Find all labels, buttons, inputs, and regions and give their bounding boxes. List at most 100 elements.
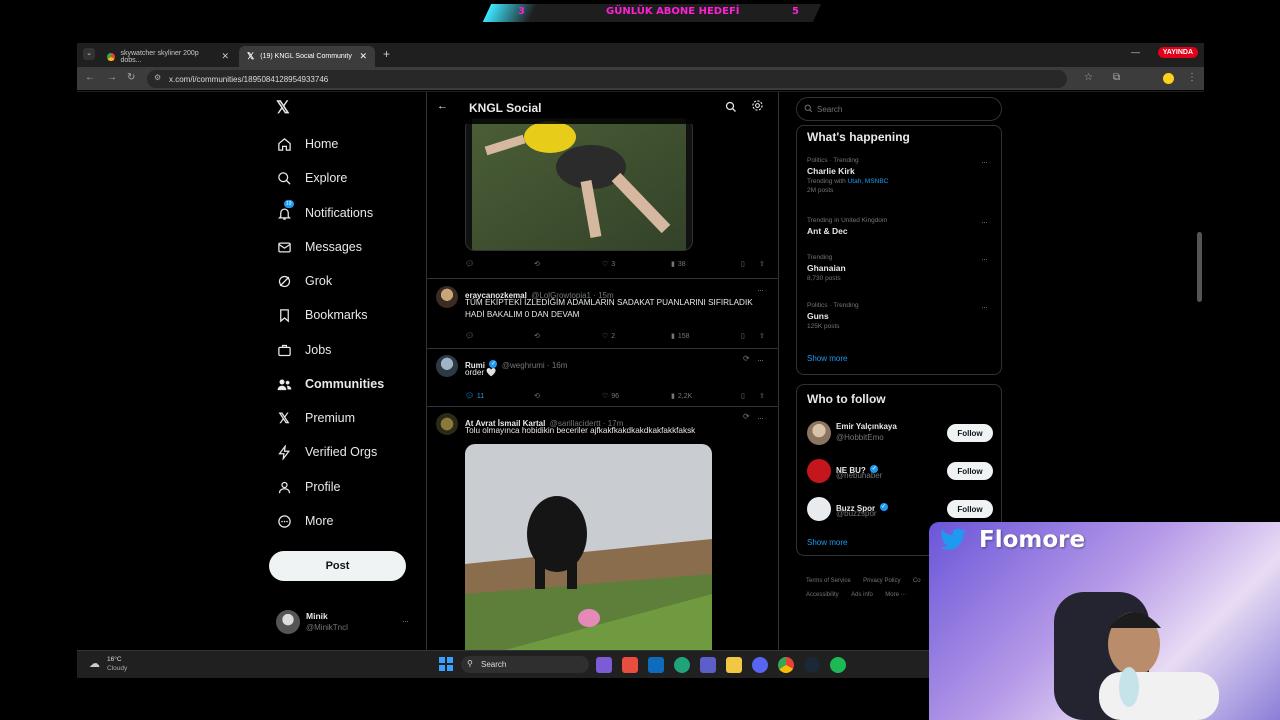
follow-button[interactable]: Follow bbox=[947, 462, 993, 480]
sidebar-item-bookmarks[interactable]: Bookmarks bbox=[276, 302, 368, 328]
trend-item[interactable]: Trending Ghanaian 8,730 posts ··· bbox=[807, 254, 993, 288]
close-icon[interactable]: ✕ bbox=[359, 51, 367, 62]
avatar[interactable] bbox=[436, 413, 458, 435]
url-field[interactable]: ⚙ x.com/i/communities/189508412895493374… bbox=[147, 70, 1067, 88]
reply-button[interactable]: 💬︎ 11 bbox=[465, 392, 484, 401]
page-scrollbar[interactable] bbox=[1197, 232, 1202, 302]
like-button[interactable]: ♡ 96 bbox=[602, 392, 619, 401]
more-dots-icon[interactable]: ··· bbox=[757, 285, 764, 295]
sidebar-item-communities[interactable]: Communities bbox=[276, 371, 384, 397]
weather-desc[interactable]: Cloudy bbox=[107, 665, 127, 672]
x-logo-icon[interactable]: 𝕏 bbox=[276, 98, 290, 118]
follow-suggestion[interactable]: Buzz Spor ✓ @buzzspor Follow bbox=[807, 497, 993, 523]
copilot-icon[interactable] bbox=[596, 657, 612, 673]
taskbar-search[interactable]: ⚲ Search bbox=[461, 656, 589, 673]
share-icon[interactable]: ⇧ bbox=[759, 260, 765, 268]
avatar[interactable] bbox=[436, 286, 458, 308]
more-dots-icon[interactable]: ··· bbox=[981, 302, 988, 312]
footer-link[interactable]: Ads info bbox=[851, 592, 873, 598]
show-more-link[interactable]: Show more bbox=[807, 354, 847, 363]
teams-icon[interactable] bbox=[700, 657, 716, 673]
trend-item[interactable]: Politics · Trending Charlie Kirk Trendin… bbox=[807, 157, 993, 203]
windows-start-icon[interactable] bbox=[439, 657, 453, 671]
more-dots-icon[interactable]: ··· bbox=[402, 616, 409, 626]
sidebar-item-profile[interactable]: Profile bbox=[276, 474, 340, 500]
weather-temp[interactable]: 16°C bbox=[107, 656, 122, 663]
follow-suggestion[interactable]: Emir Yalçınkaya @HobbitEmo Follow bbox=[807, 421, 993, 447]
store-icon[interactable] bbox=[622, 657, 638, 673]
sidebar-item-verified-orgs[interactable]: Verified Orgs bbox=[276, 439, 377, 465]
trend-item[interactable]: Trending in United Kingdom Ant & Dec ··· bbox=[807, 217, 993, 247]
show-more-link[interactable]: Show more bbox=[807, 538, 847, 547]
sidebar-item-more[interactable]: More bbox=[276, 508, 333, 534]
tweet[interactable]: At Avrat İsmail Kartal @sarillacidertt ·… bbox=[427, 407, 778, 650]
tweet[interactable]: eraycanozkemal @LolGrowtopia1 · 15m ··· … bbox=[427, 279, 778, 349]
sidebar-item-notifications[interactable]: 19 Notifications bbox=[276, 200, 373, 226]
tweet-handle[interactable]: @weghrumi · 16m bbox=[502, 361, 567, 370]
tab-telescope[interactable]: skywatcher skyliner 200p dobs... ✕ bbox=[99, 46, 237, 67]
more-dots-icon[interactable]: ··· bbox=[757, 413, 764, 423]
bookmark-icon[interactable]: ▯ bbox=[741, 392, 745, 400]
site-info-icon[interactable]: ⚙ bbox=[154, 73, 161, 82]
like-button[interactable]: ♡ 2 bbox=[602, 332, 615, 341]
bookmark-icon[interactable]: ▯ bbox=[741, 332, 745, 340]
spotify-icon[interactable] bbox=[830, 657, 846, 673]
extensions-icon[interactable]: ⧉ bbox=[1113, 72, 1120, 83]
chrome-icon[interactable] bbox=[778, 657, 794, 673]
share-icon[interactable]: ⇧ bbox=[759, 392, 765, 400]
follow-button[interactable]: Follow bbox=[947, 500, 993, 518]
bookmark-icon[interactable]: ▯ bbox=[741, 260, 745, 268]
minimize-button[interactable]: — bbox=[1131, 47, 1140, 57]
more-dots-icon[interactable]: ··· bbox=[757, 355, 764, 365]
views-button[interactable]: ▮ 158 bbox=[671, 332, 690, 341]
reply-icon[interactable]: 💬︎ bbox=[465, 332, 474, 340]
repost-icon[interactable]: ⟲ bbox=[534, 332, 540, 340]
menu-icon[interactable]: ⋮ bbox=[1187, 72, 1197, 83]
views-button[interactable]: ▮ 2,2K bbox=[671, 392, 692, 401]
forward-icon[interactable]: → bbox=[107, 72, 117, 83]
avatar[interactable] bbox=[436, 355, 458, 377]
sidebar-item-jobs[interactable]: Jobs bbox=[276, 337, 331, 363]
tab-search-button[interactable]: ⌄ bbox=[83, 48, 95, 60]
post-media[interactable] bbox=[465, 444, 712, 650]
steam-icon[interactable] bbox=[804, 657, 820, 673]
back-arrow-icon[interactable]: ← bbox=[437, 100, 448, 112]
follow-suggestion[interactable]: NE BU? ✓ @nebuhaber Follow bbox=[807, 459, 993, 485]
reload-icon[interactable]: ↻ bbox=[127, 72, 135, 83]
follow-button[interactable]: Follow bbox=[947, 424, 993, 442]
tweet[interactable]: Rumi ✓ @weghrumi · 16m ⟳ ··· order 🤍 💬︎ 1… bbox=[427, 349, 778, 407]
back-icon[interactable]: ← bbox=[85, 72, 95, 83]
bookmark-star-icon[interactable]: ☆ bbox=[1084, 72, 1093, 83]
outlook-icon[interactable] bbox=[648, 657, 664, 673]
footer-link[interactable]: More ··· bbox=[885, 592, 906, 598]
more-dots-icon[interactable]: ··· bbox=[981, 254, 988, 264]
repost-icon[interactable]: ⟲ bbox=[534, 260, 540, 268]
discord-icon[interactable] bbox=[752, 657, 768, 673]
search-input[interactable]: Search bbox=[796, 97, 1002, 121]
footer-link[interactable]: Accessibility bbox=[806, 592, 839, 598]
new-tab-button[interactable]: + bbox=[383, 47, 390, 61]
trend-item[interactable]: Politics · Trending Guns 125K posts ··· bbox=[807, 302, 993, 336]
like-button[interactable]: ♡ 3 bbox=[602, 260, 615, 269]
search-icon[interactable] bbox=[725, 100, 737, 118]
profile-avatar[interactable] bbox=[1163, 73, 1174, 84]
post-media[interactable] bbox=[465, 118, 693, 251]
share-icon[interactable]: ⇧ bbox=[759, 332, 765, 340]
account-switcher[interactable]: Minik @MinikTncl ··· bbox=[276, 610, 409, 638]
edge-icon[interactable] bbox=[674, 657, 690, 673]
settings-gear-icon[interactable] bbox=[751, 99, 764, 117]
trend-link[interactable]: Utah, MSNBC bbox=[848, 178, 889, 185]
sidebar-item-messages[interactable]: Messages bbox=[276, 234, 362, 260]
sidebar-item-premium[interactable]: 𝕏 Premium bbox=[276, 405, 355, 431]
post-button[interactable]: Post bbox=[269, 551, 406, 581]
reply-icon[interactable]: 💬︎ bbox=[465, 260, 474, 268]
more-dots-icon[interactable]: ··· bbox=[981, 157, 988, 167]
views-button[interactable]: ▮ 38 bbox=[671, 260, 686, 269]
more-dots-icon[interactable]: ··· bbox=[981, 217, 988, 227]
sidebar-item-grok[interactable]: Grok bbox=[276, 268, 332, 294]
sidebar-item-explore[interactable]: Explore bbox=[276, 165, 347, 191]
close-icon[interactable]: ✕ bbox=[221, 51, 229, 62]
file-explorer-icon[interactable] bbox=[726, 657, 742, 673]
sidebar-item-home[interactable]: Home bbox=[276, 131, 338, 157]
repost-icon[interactable]: ⟲ bbox=[534, 392, 540, 400]
